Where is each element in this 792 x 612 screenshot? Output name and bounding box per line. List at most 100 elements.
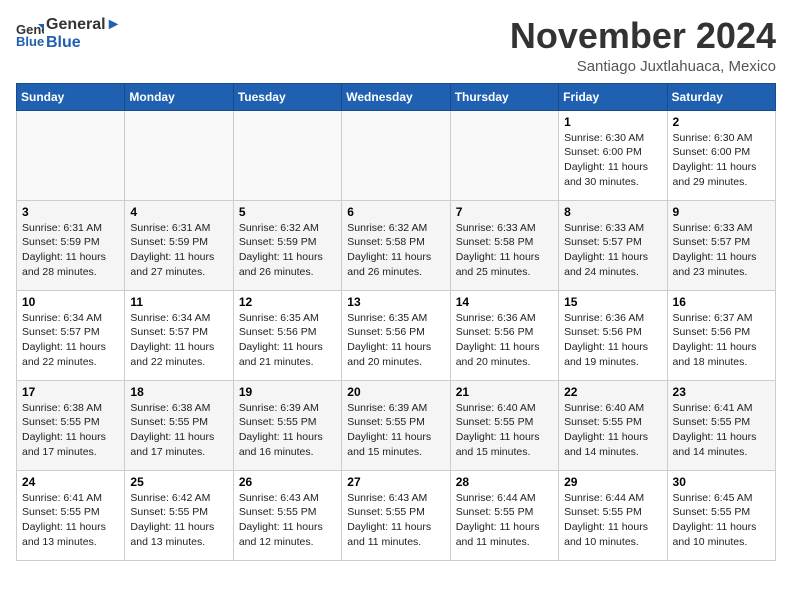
calendar-cell — [233, 110, 341, 200]
weekday-header-friday: Friday — [559, 83, 667, 110]
calendar-cell: 10 Sunrise: 6:34 AM Sunset: 5:57 PM Dayli… — [17, 290, 125, 380]
day-info: Sunrise: 6:41 AM Sunset: 5:55 PM Dayligh… — [22, 491, 119, 550]
logo-line1: General► — [46, 16, 121, 34]
calendar-cell: 20 Sunrise: 6:39 AM Sunset: 5:55 PM Dayli… — [342, 380, 450, 470]
day-number: 26 — [239, 475, 336, 489]
calendar-cell: 28Sunrise: 6:44 AM Sunset: 5:55 PM Dayli… — [450, 470, 558, 560]
day-info: Sunrise: 6:38 AM Sunset: 5:55 PM Dayligh… — [130, 401, 227, 460]
day-info: Sunrise: 6:36 AM Sunset: 5:56 PM Dayligh… — [564, 311, 661, 370]
title-block: November 2024 Santiago Juxtlahuaca, Mexi… — [510, 16, 776, 75]
day-number: 11 — [130, 295, 227, 309]
day-info: Sunrise: 6:31 AM Sunset: 5:59 PM Dayligh… — [22, 221, 119, 280]
calendar-cell: 12Sunrise: 6:35 AM Sunset: 5:56 PM Dayli… — [233, 290, 341, 380]
day-number: 8 — [564, 205, 661, 219]
calendar-cell: 29Sunrise: 6:44 AM Sunset: 5:55 PM Dayli… — [559, 470, 667, 560]
day-number: 14 — [456, 295, 553, 309]
day-number: 20 — [347, 385, 444, 399]
day-number: 16 — [673, 295, 770, 309]
day-info: Sunrise: 6:30 AM Sunset: 6:00 PM Dayligh… — [564, 131, 661, 190]
day-info: Sunrise: 6:33 AM Sunset: 5:58 PM Dayligh… — [456, 221, 553, 280]
day-number: 19 — [239, 385, 336, 399]
calendar-cell: 14 Sunrise: 6:36 AM Sunset: 5:56 PM Dayli… — [450, 290, 558, 380]
calendar-cell: 9 Sunrise: 6:33 AM Sunset: 5:57 PM Daylig… — [667, 200, 775, 290]
day-info: Sunrise: 6:34 AM Sunset: 5:57 PM Dayligh… — [130, 311, 227, 370]
calendar-header-row: SundayMondayTuesdayWednesdayThursdayFrid… — [17, 83, 776, 110]
day-number: 9 — [673, 205, 770, 219]
calendar-cell: 13Sunrise: 6:35 AM Sunset: 5:56 PM Dayli… — [342, 290, 450, 380]
day-info: Sunrise: 6:39 AM Sunset: 5:55 PM Dayligh… — [347, 401, 444, 460]
calendar-cell: 24 Sunrise: 6:41 AM Sunset: 5:55 PM Dayli… — [17, 470, 125, 560]
day-number: 21 — [456, 385, 553, 399]
location-subtitle: Santiago Juxtlahuaca, Mexico — [510, 58, 776, 75]
calendar-cell: 26 Sunrise: 6:43 AM Sunset: 5:55 PM Dayli… — [233, 470, 341, 560]
logo: General Blue General► Blue — [16, 16, 121, 51]
day-number: 24 — [22, 475, 119, 489]
calendar-cell: 19 Sunrise: 6:39 AM Sunset: 5:55 PM Dayli… — [233, 380, 341, 470]
day-info: Sunrise: 6:36 AM Sunset: 5:56 PM Dayligh… — [456, 311, 553, 370]
calendar-cell: 1 Sunrise: 6:30 AM Sunset: 6:00 PM Daylig… — [559, 110, 667, 200]
day-number: 22 — [564, 385, 661, 399]
day-info: Sunrise: 6:30 AM Sunset: 6:00 PM Dayligh… — [673, 131, 770, 190]
day-info: Sunrise: 6:41 AM Sunset: 5:55 PM Dayligh… — [673, 401, 770, 460]
day-info: Sunrise: 6:40 AM Sunset: 5:55 PM Dayligh… — [564, 401, 661, 460]
day-number: 6 — [347, 205, 444, 219]
day-info: Sunrise: 6:37 AM Sunset: 5:56 PM Dayligh… — [673, 311, 770, 370]
calendar-cell: 23 Sunrise: 6:41 AM Sunset: 5:55 PM Dayli… — [667, 380, 775, 470]
calendar-week-4: 17 Sunrise: 6:38 AM Sunset: 5:55 PM Dayli… — [17, 380, 776, 470]
calendar-cell: 6 Sunrise: 6:32 AM Sunset: 5:58 PM Daylig… — [342, 200, 450, 290]
day-number: 5 — [239, 205, 336, 219]
day-info: Sunrise: 6:32 AM Sunset: 5:58 PM Dayligh… — [347, 221, 444, 280]
day-info: Sunrise: 6:40 AM Sunset: 5:55 PM Dayligh… — [456, 401, 553, 460]
weekday-header-wednesday: Wednesday — [342, 83, 450, 110]
day-info: Sunrise: 6:34 AM Sunset: 5:57 PM Dayligh… — [22, 311, 119, 370]
calendar-week-5: 24 Sunrise: 6:41 AM Sunset: 5:55 PM Dayli… — [17, 470, 776, 560]
day-info: Sunrise: 6:43 AM Sunset: 5:55 PM Dayligh… — [347, 491, 444, 550]
calendar-cell: 18 Sunrise: 6:38 AM Sunset: 5:55 PM Dayli… — [125, 380, 233, 470]
day-number: 13 — [347, 295, 444, 309]
day-number: 17 — [22, 385, 119, 399]
calendar-cell: 17Sunrise: 6:38 AM Sunset: 5:55 PM Dayli… — [17, 380, 125, 470]
day-number: 15 — [564, 295, 661, 309]
day-number: 7 — [456, 205, 553, 219]
calendar-cell: 25Sunrise: 6:42 AM Sunset: 5:55 PM Dayli… — [125, 470, 233, 560]
day-number: 25 — [130, 475, 227, 489]
day-number: 1 — [564, 115, 661, 129]
day-number: 27 — [347, 475, 444, 489]
day-number: 23 — [673, 385, 770, 399]
weekday-header-sunday: Sunday — [17, 83, 125, 110]
day-number: 18 — [130, 385, 227, 399]
day-info: Sunrise: 6:44 AM Sunset: 5:55 PM Dayligh… — [564, 491, 661, 550]
day-number: 3 — [22, 205, 119, 219]
calendar-week-3: 10 Sunrise: 6:34 AM Sunset: 5:57 PM Dayli… — [17, 290, 776, 380]
day-info: Sunrise: 6:45 AM Sunset: 5:55 PM Dayligh… — [673, 491, 770, 550]
day-number: 10 — [22, 295, 119, 309]
day-info: Sunrise: 6:32 AM Sunset: 5:59 PM Dayligh… — [239, 221, 336, 280]
logo-icon: General Blue — [16, 20, 44, 48]
day-info: Sunrise: 6:33 AM Sunset: 5:57 PM Dayligh… — [564, 221, 661, 280]
day-info: Sunrise: 6:39 AM Sunset: 5:55 PM Dayligh… — [239, 401, 336, 460]
calendar-cell: 30Sunrise: 6:45 AM Sunset: 5:55 PM Dayli… — [667, 470, 775, 560]
calendar-cell: 21 Sunrise: 6:40 AM Sunset: 5:55 PM Dayli… — [450, 380, 558, 470]
calendar-cell: 5 Sunrise: 6:32 AM Sunset: 5:59 PM Daylig… — [233, 200, 341, 290]
day-info: Sunrise: 6:33 AM Sunset: 5:57 PM Dayligh… — [673, 221, 770, 280]
calendar-cell — [125, 110, 233, 200]
month-title: November 2024 — [510, 16, 776, 56]
calendar-cell: 27 Sunrise: 6:43 AM Sunset: 5:55 PM Dayli… — [342, 470, 450, 560]
calendar-cell: 4 Sunrise: 6:31 AM Sunset: 5:59 PM Daylig… — [125, 200, 233, 290]
calendar-table: SundayMondayTuesdayWednesdayThursdayFrid… — [16, 83, 776, 561]
weekday-header-tuesday: Tuesday — [233, 83, 341, 110]
day-number: 12 — [239, 295, 336, 309]
calendar-week-2: 3 Sunrise: 6:31 AM Sunset: 5:59 PM Daylig… — [17, 200, 776, 290]
calendar-cell: 16 Sunrise: 6:37 AM Sunset: 5:56 PM Dayli… — [667, 290, 775, 380]
day-info: Sunrise: 6:31 AM Sunset: 5:59 PM Dayligh… — [130, 221, 227, 280]
weekday-header-thursday: Thursday — [450, 83, 558, 110]
day-info: Sunrise: 6:44 AM Sunset: 5:55 PM Dayligh… — [456, 491, 553, 550]
weekday-header-saturday: Saturday — [667, 83, 775, 110]
calendar-cell: 2 Sunrise: 6:30 AM Sunset: 6:00 PM Daylig… — [667, 110, 775, 200]
weekday-header-monday: Monday — [125, 83, 233, 110]
day-number: 4 — [130, 205, 227, 219]
day-number: 2 — [673, 115, 770, 129]
calendar-cell: 11 Sunrise: 6:34 AM Sunset: 5:57 PM Dayli… — [125, 290, 233, 380]
calendar-cell: 22 Sunrise: 6:40 AM Sunset: 5:55 PM Dayli… — [559, 380, 667, 470]
day-info: Sunrise: 6:43 AM Sunset: 5:55 PM Dayligh… — [239, 491, 336, 550]
